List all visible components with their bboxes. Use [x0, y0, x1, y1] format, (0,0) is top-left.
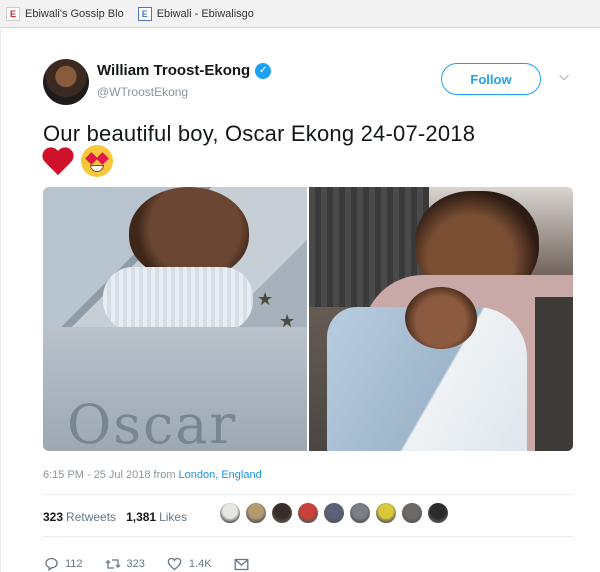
direct-message-action[interactable]	[234, 556, 256, 572]
verified-badge-icon: ✓	[255, 62, 272, 79]
ebiwali-favicon-icon: E	[137, 6, 152, 21]
retweet-action[interactable]: 323	[105, 556, 145, 572]
heart-outline-icon	[167, 556, 183, 572]
likes-count[interactable]: 1,381	[126, 510, 156, 524]
photo-baby-blanket[interactable]: ★ ★ ★ Oscar	[43, 187, 307, 451]
author-handle[interactable]: @WTroostEkong	[97, 85, 188, 99]
retweets-label[interactable]: Retweets	[66, 510, 116, 524]
like-count: 1.4K	[188, 558, 212, 570]
retweet-count: 323	[126, 558, 145, 570]
bookmark-ebiwali-gossip[interactable]: E Ebiwali's Gossip Blo	[6, 3, 124, 25]
reply-action[interactable]: 112	[43, 556, 83, 572]
author-name-row: William Troost-Ekong ✓	[97, 62, 272, 79]
tweet-date[interactable]: 25 Jul 2018	[94, 469, 151, 481]
avatar[interactable]	[43, 59, 89, 105]
follow-button[interactable]: Follow	[441, 63, 541, 95]
liker-avatar[interactable]	[349, 502, 371, 524]
timestamp-separator: -	[86, 469, 91, 481]
red-heart-icon	[43, 146, 75, 176]
tweet-timestamp: 6:15 PM - 25 Jul 2018 from London, Engla…	[43, 469, 262, 481]
divider	[43, 536, 573, 537]
retweets-count[interactable]: 323	[43, 510, 63, 524]
embroidered-name: Oscar	[67, 393, 238, 451]
location-link[interactable]: London, England	[179, 469, 262, 481]
bookmarks-bar: E Ebiwali's Gossip Blo E Ebiwali - Ebiwa…	[0, 0, 600, 28]
envelope-icon	[234, 556, 250, 572]
tweet-time[interactable]: 6:15 PM	[43, 469, 84, 481]
liker-avatars	[219, 502, 453, 524]
tweet-card: William Troost-Ekong ✓ @WTroostEkong Fol…	[0, 29, 600, 572]
liker-avatar[interactable]	[219, 502, 241, 524]
heart-eyes-face-icon	[81, 145, 113, 177]
tweet-actions: 112 323 1.4K	[43, 556, 278, 572]
author-display-name[interactable]: William Troost-Ekong	[97, 62, 250, 79]
liker-avatar[interactable]	[323, 502, 345, 524]
bookmark-ebiwali[interactable]: E Ebiwali - Ebiwalisgo	[137, 3, 254, 25]
like-action[interactable]: 1.4K	[167, 556, 212, 572]
tweet-text: Our beautiful boy, Oscar Ekong 24-07-201…	[43, 121, 476, 146]
ebiwali-favicon-icon: E	[6, 6, 20, 21]
divider	[43, 494, 573, 495]
liker-avatar[interactable]	[297, 502, 319, 524]
liker-avatar[interactable]	[245, 502, 267, 524]
liker-avatar[interactable]	[271, 502, 293, 524]
liker-avatar[interactable]	[427, 502, 449, 524]
likes-label[interactable]: Likes	[159, 510, 187, 524]
reply-count: 112	[65, 558, 83, 570]
retweet-icon	[105, 556, 121, 572]
tweet-emojis	[43, 145, 113, 177]
chevron-down-icon[interactable]: ⌵	[557, 68, 571, 83]
liker-avatar[interactable]	[401, 502, 423, 524]
reply-icon	[43, 556, 59, 572]
tweet-photos: ★ ★ ★ Oscar	[43, 187, 573, 451]
liker-avatar[interactable]	[375, 502, 397, 524]
timestamp-from: from	[153, 469, 176, 481]
bookmark-label: Ebiwali's Gossip Blo	[25, 7, 124, 20]
photo-father-and-baby[interactable]	[309, 187, 573, 451]
tweet-stats: 323 Retweets 1,381 Likes	[43, 510, 197, 524]
bookmark-label: Ebiwali - Ebiwalisgo	[156, 7, 254, 20]
